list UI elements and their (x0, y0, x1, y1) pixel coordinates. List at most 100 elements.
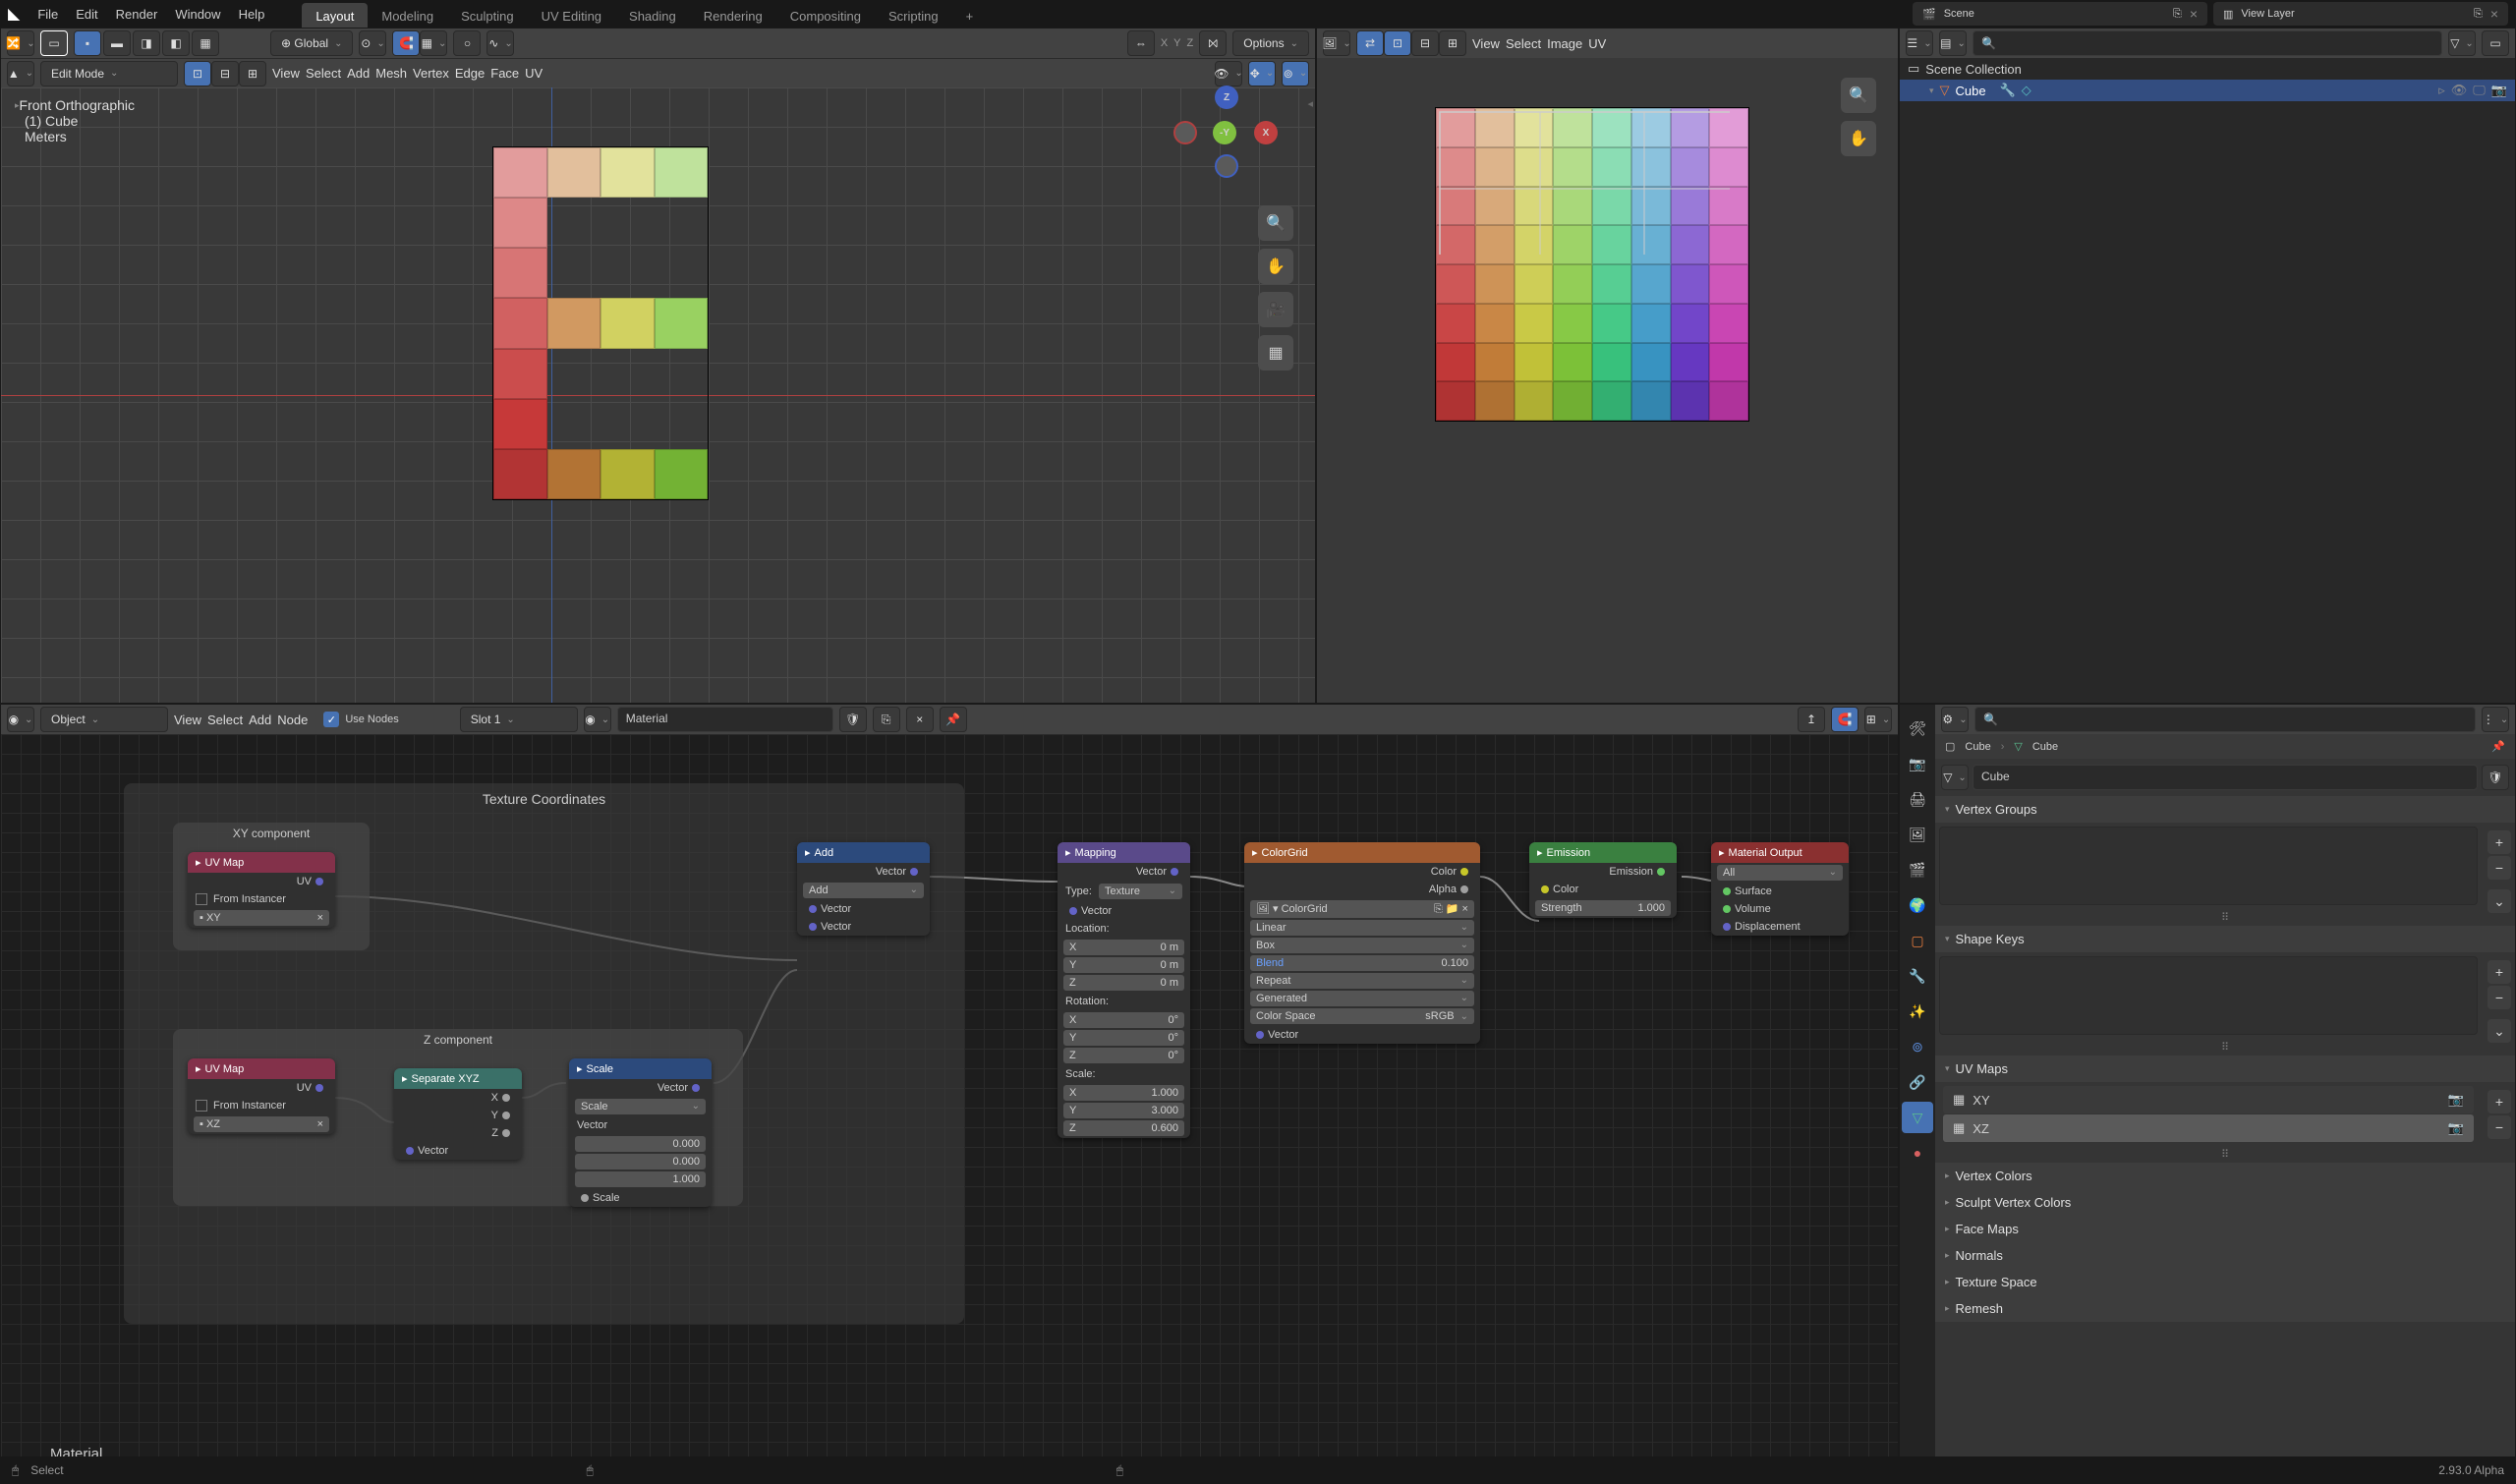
editor-type-outliner-icon[interactable]: ☰ (1906, 30, 1933, 56)
modifier-icon[interactable]: 🔧 (2000, 83, 2016, 98)
sk-add-icon[interactable]: + (2487, 960, 2511, 984)
panel-texture-space[interactable]: ▸Texture Space (1935, 1269, 2515, 1295)
uv-pan-icon[interactable]: ✋ (1841, 121, 1876, 156)
gizmo-toggle-icon[interactable]: ✥ (1248, 61, 1276, 86)
use-nodes-toggle[interactable]: ✓ Use Nodes (323, 712, 398, 727)
node-image-texture[interactable]: ▸ ColorGrid Color Alpha 🖼 ▾ ColorGrid⎘ 📁… (1244, 842, 1480, 1044)
uv-sel-edge-icon[interactable]: ⊟ (1411, 30, 1439, 56)
uvmenu-view[interactable]: View (1472, 36, 1500, 51)
mirror-x[interactable]: X (1161, 37, 1168, 49)
ptab-scene-icon[interactable]: 🎬 (1902, 854, 1933, 885)
filter-icon[interactable]: ▽ (2448, 30, 2476, 56)
panel-uv-maps[interactable]: ▾UV Maps (1935, 1056, 2515, 1082)
shmenu-select[interactable]: Select (207, 713, 243, 727)
ptab-world-icon[interactable]: 🌍 (1902, 889, 1933, 921)
vertex-groups-list[interactable] (1939, 827, 2478, 905)
mesh-browse-icon[interactable]: ▽ (1941, 765, 1969, 790)
mesh-sel-edge-icon[interactable]: ⊟ (211, 61, 239, 86)
vpmenu-add[interactable]: Add (347, 66, 370, 81)
mirror-y[interactable]: Y (1173, 37, 1180, 49)
workspace-shading[interactable]: Shading (615, 3, 690, 28)
mirror-icon[interactable]: ⇔ (1127, 30, 1155, 56)
new-scene-icon[interactable]: ⎘ (2173, 8, 2182, 21)
slot-select[interactable]: Slot 1 (460, 707, 578, 732)
uvmap-row[interactable]: ▦XY 📷 (1943, 1086, 2474, 1113)
panel-face-maps[interactable]: ▸Face Maps (1935, 1216, 2515, 1242)
grid-toggle-icon[interactable]: ▦ (1258, 335, 1293, 371)
workspace-compositing[interactable]: Compositing (776, 3, 875, 28)
unlink-icon[interactable]: × (906, 707, 934, 732)
selmode-vertex-icon[interactable]: ▪ (74, 30, 101, 56)
uvmap-remove-icon[interactable]: − (2487, 1115, 2511, 1139)
snap-element-icon[interactable]: ▦ (420, 30, 447, 56)
scene-selector[interactable]: 🎬 Scene ⎘ × (1913, 2, 2207, 26)
ptab-modifier-icon[interactable]: 🔧 (1902, 960, 1933, 992)
snap-nodes-icon[interactable]: 🧲 (1831, 707, 1858, 732)
node-uvmap-xy[interactable]: ▸ UV Map UV From Instancer ▪ XY× (188, 852, 335, 928)
properties-options-icon[interactable]: ⋮ (2482, 707, 2509, 732)
gizmo-neg-x[interactable] (1173, 121, 1197, 144)
select-icon[interactable]: ▹ (2438, 83, 2445, 98)
render-uv-icon[interactable]: 📷 (2448, 1092, 2464, 1108)
viewlayer-selector[interactable]: ▥ View Layer ⎘ × (2213, 2, 2508, 26)
nav-gizmo[interactable]: Z -Y X (1158, 97, 1286, 176)
ptab-physics-icon[interactable]: ⊚ (1902, 1031, 1933, 1062)
ptab-object-icon[interactable]: ▢ (1902, 925, 1933, 956)
new-material-icon[interactable]: ⎘ (873, 707, 900, 732)
vg-drag-handle[interactable]: ⠿ (1935, 909, 2515, 926)
node-canvas[interactable]: Texture Coordinates XY component Z compo… (1, 734, 1898, 1482)
ptab-tool-icon[interactable]: 🛠 (1902, 713, 1933, 744)
node-emission[interactable]: ▸ Emission Emission Color Strength1.000 (1529, 842, 1677, 918)
gizmo-x[interactable]: X (1254, 121, 1278, 144)
camera-icon[interactable]: 🎥 (1258, 292, 1293, 327)
parent-node-icon[interactable]: ↥ (1798, 707, 1825, 732)
render-uv-icon[interactable]: 📷 (2448, 1120, 2464, 1136)
pin-properties-icon[interactable]: 📌 (2491, 740, 2505, 753)
panel-shape-keys[interactable]: ▾Shape Keys (1935, 926, 2515, 952)
vg-remove-icon[interactable]: − (2487, 856, 2511, 880)
uv-sel-face-icon[interactable]: ⊞ (1439, 30, 1466, 56)
proportional-edit-icon[interactable]: ○ (453, 30, 481, 56)
uv-zoom-icon[interactable]: 🔍 (1841, 78, 1876, 113)
orientation-select[interactable]: ⊕ Global (270, 30, 353, 56)
shmenu-add[interactable]: Add (249, 713, 271, 727)
overlay-toggle-icon[interactable]: ⊚ (1282, 61, 1309, 86)
workspace-modeling[interactable]: Modeling (368, 3, 447, 28)
uv-sync-icon[interactable]: ⇄ (1356, 30, 1384, 56)
node-material-output[interactable]: ▸ Material Output All Surface Volume Dis… (1711, 842, 1849, 936)
outliner[interactable]: ☰ ▤ 🔍 ▽ ▭ ▭ Scene Collection ▾ ▽ Cube 🔧 … (1899, 28, 2516, 704)
selmode-solid-icon[interactable]: ◧ (162, 30, 190, 56)
uvmenu-select[interactable]: Select (1506, 36, 1541, 51)
node-scale[interactable]: ▸ Scale Vector Scale Vector 0.000 0.000 … (569, 1058, 712, 1207)
gizmo-neg-z[interactable] (1215, 154, 1238, 178)
ptab-output-icon[interactable]: 🖨 (1902, 783, 1933, 815)
menu-render[interactable]: Render (116, 7, 158, 22)
pivot-icon[interactable]: ⊙ (359, 30, 386, 56)
bc-mesh[interactable]: Cube (2032, 741, 2058, 753)
uvmap-row[interactable]: ▦XZ 📷 (1943, 1114, 2474, 1142)
vg-special-icon[interactable]: ⌄ (2487, 889, 2511, 913)
panel-sculpt-vc[interactable]: ▸Sculpt Vertex Colors (1935, 1189, 2515, 1216)
options-dropdown[interactable]: Options (1232, 30, 1309, 56)
ptab-viewlayer-icon[interactable]: 🖼 (1902, 819, 1933, 850)
node-add[interactable]: ▸ Add Vector Add Vector Vector (797, 842, 930, 936)
panel-normals[interactable]: ▸Normals (1935, 1242, 2515, 1269)
viewport-3d[interactable]: 🔀 ▭ ▪ ▬ ◨ ◧ ▦ ⊕ Global ⊙ 🧲 ▦ ○ ∿ ⇔ X Y Z (0, 28, 1316, 704)
mirror-z[interactable]: Z (1187, 37, 1194, 49)
menu-help[interactable]: Help (239, 7, 265, 22)
mesh-fakeuser-icon[interactable]: 🛡 (2482, 765, 2509, 790)
shmenu-view[interactable]: View (174, 713, 201, 727)
material-browse-icon[interactable]: ◉ (584, 707, 611, 732)
vpmenu-uv[interactable]: UV (525, 66, 543, 81)
workspace-sculpting[interactable]: Sculpting (447, 3, 527, 28)
cube-row[interactable]: ▾ ▽ Cube 🔧 ◇ ▹ 👁 🖵 📷 (1900, 80, 2515, 101)
zoom-icon[interactable]: 🔍 (1258, 205, 1293, 241)
node-mapping[interactable]: ▸ Mapping Vector Type: Texture Vector Lo… (1058, 842, 1190, 1138)
uvmap-add-icon[interactable]: + (2487, 1090, 2511, 1113)
remove-scene-icon[interactable]: × (2190, 6, 2198, 22)
vpmenu-mesh[interactable]: Mesh (375, 66, 407, 81)
pan-icon[interactable]: ✋ (1258, 249, 1293, 284)
workspace-scripting[interactable]: Scripting (875, 3, 952, 28)
sk-drag-handle[interactable]: ⠿ (1935, 1039, 2515, 1056)
render-vis-icon[interactable]: 📷 (2491, 83, 2507, 98)
